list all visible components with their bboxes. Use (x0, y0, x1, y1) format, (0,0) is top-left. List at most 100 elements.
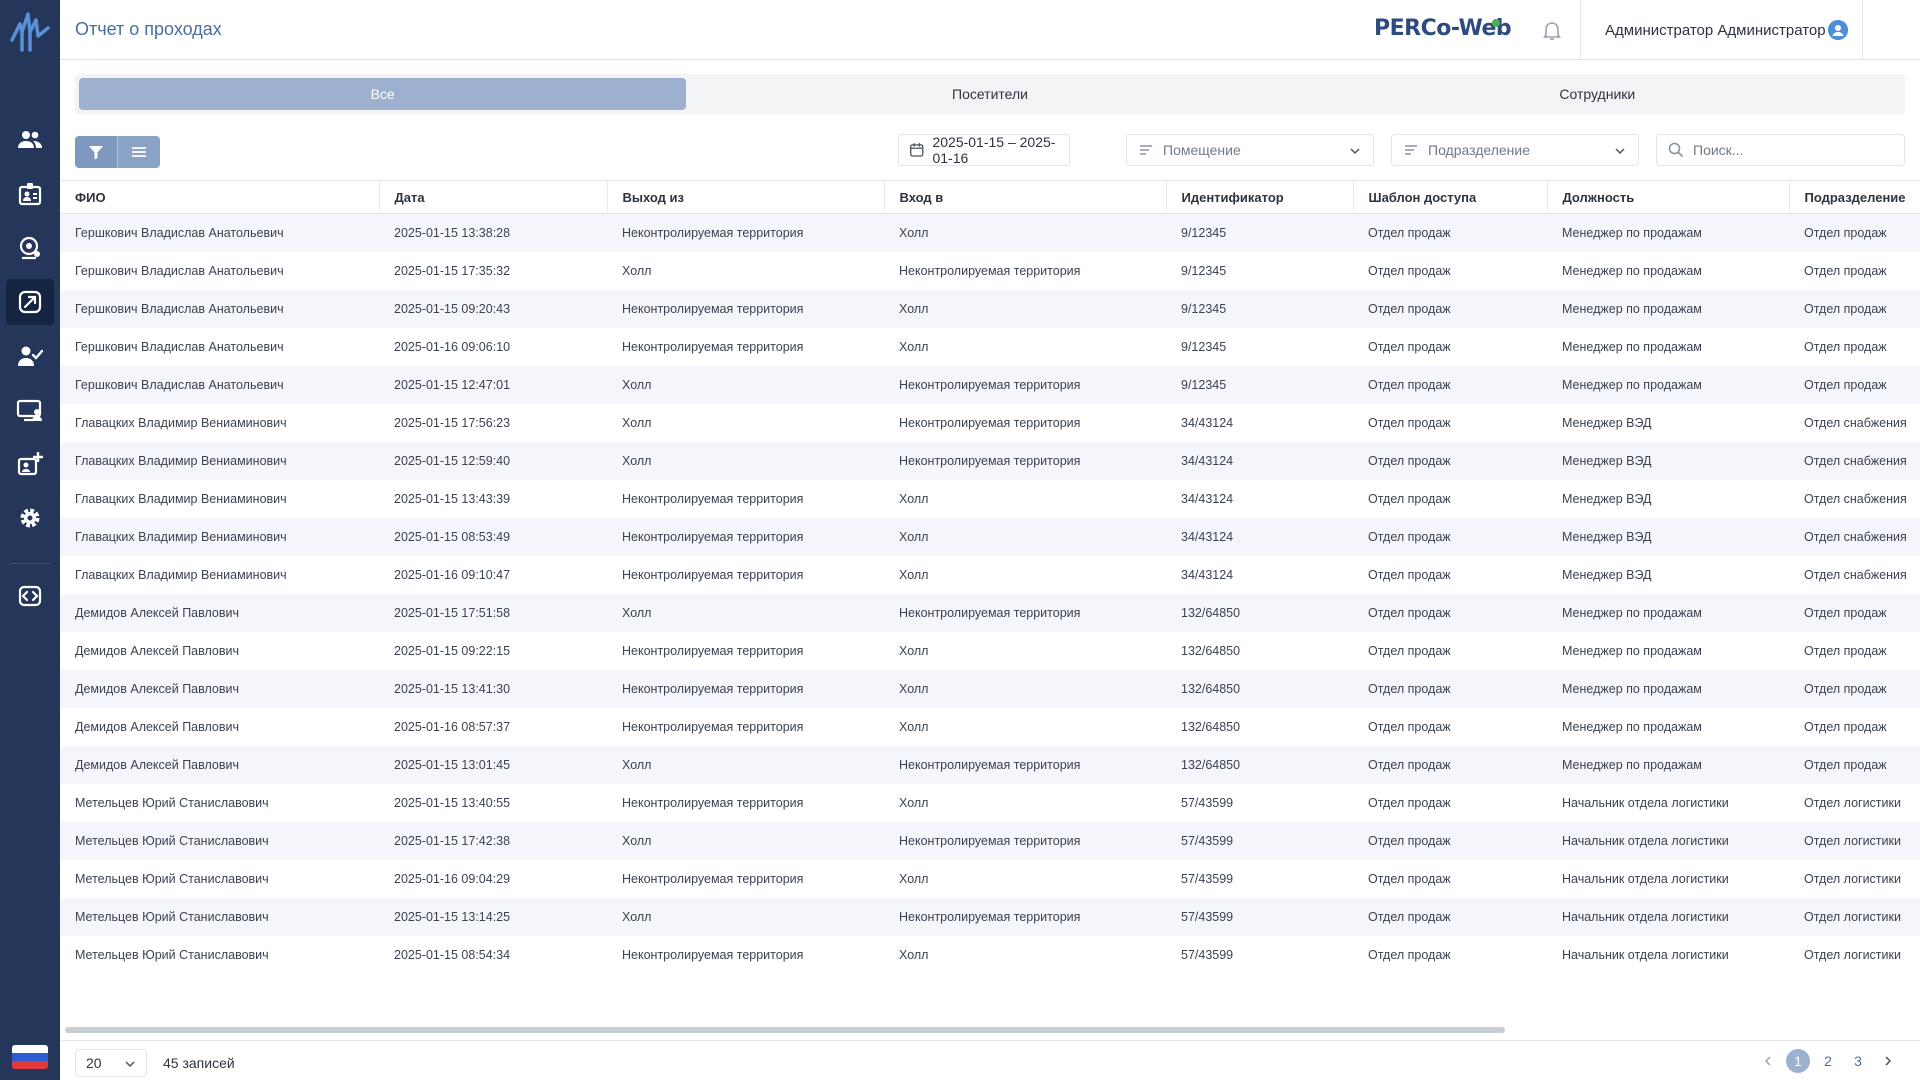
cell-division: Отдел продаж (1789, 213, 1920, 252)
page-button-1[interactable]: 1 (1786, 1049, 1810, 1073)
nav-user-check[interactable] (6, 333, 54, 379)
cell-position: Менеджер по продажам (1547, 365, 1789, 404)
cell-entry: Холл (899, 947, 929, 962)
cell-date: 2025-01-15 08:54:34 (394, 947, 511, 962)
cell-entry: Холл (884, 669, 1166, 708)
brand-logo: PERCo-Web (1374, 16, 1512, 41)
cell-division: Отдел продаж (1789, 593, 1920, 632)
table-row[interactable]: Метельцев Юрий Станиславович 2025-01-15 0… (60, 936, 1920, 974)
column-header-date[interactable]: Дата (378, 180, 607, 214)
table-row[interactable]: Гершкович Владислав Анатольевич 2025-01-1… (60, 328, 1920, 366)
table-row[interactable]: Метельцев Юрий Станиславович 2025-01-15 1… (60, 821, 1920, 860)
nav-monitoring[interactable] (6, 225, 54, 271)
cell-entry: Холл (899, 491, 929, 506)
cell-date: 2025-01-15 13:41:30 (379, 669, 607, 708)
users-icon (18, 131, 42, 148)
table-row[interactable]: Демидов Алексей Павлович 2025-01-15 13:01… (60, 745, 1920, 784)
table-row[interactable]: Демидов Алексей Павлович 2025-01-16 08:57… (60, 708, 1920, 746)
status-dot-icon (1492, 19, 1500, 27)
column-header-position[interactable]: Должность (1546, 180, 1789, 214)
page-button-3[interactable]: 3 (1846, 1049, 1870, 1073)
cell-name: Гершкович Владислав Анатольевич (60, 365, 379, 404)
column-header-division[interactable]: Подразделение (1788, 180, 1920, 214)
add-employee-icon (17, 452, 43, 476)
bell-icon[interactable] (1540, 18, 1564, 42)
table-row[interactable]: Главацких Владимир Вениаминович 2025-01-1… (60, 556, 1920, 594)
cell-position: Менеджер по продажам (1562, 719, 1702, 734)
header-divider (1862, 0, 1863, 60)
cell-access-template: Отдел продаж (1368, 339, 1451, 354)
nav-users[interactable] (6, 117, 54, 163)
table-row[interactable]: Демидов Алексей Павлович 2025-01-15 09:22… (60, 632, 1920, 670)
cell-date: 2025-01-15 17:51:58 (379, 593, 607, 632)
nav-add-employee[interactable] (6, 441, 54, 487)
nav-access-report[interactable] (6, 279, 54, 325)
column-header-exit[interactable]: Выход из (606, 180, 884, 214)
cell-position: Начальник отдела логистики (1547, 821, 1789, 860)
tab-all[interactable]: Все (79, 78, 687, 110)
cell-division: Отдел снабжения (1804, 567, 1907, 582)
table-row[interactable]: Метельцев Юрий Станиславович 2025-01-15 1… (60, 897, 1920, 936)
column-header-entry[interactable]: Вход в (883, 180, 1166, 214)
cell-name: Метельцев Юрий Станиславович (75, 871, 269, 886)
page-size-value: 20 (86, 1055, 102, 1071)
cell-division: Отдел логистики (1804, 871, 1901, 886)
page-button-2[interactable]: 2 (1816, 1049, 1840, 1073)
cell-access-template: Отдел продаж (1368, 719, 1451, 734)
tab-visitors[interactable]: Посетители (686, 78, 1293, 110)
table-row[interactable]: Главацких Владимир Вениаминович 2025-01-1… (60, 441, 1920, 480)
table-row[interactable]: Метельцев Юрий Станиславович 2025-01-15 1… (60, 784, 1920, 822)
horizontal-scrollbar[interactable] (65, 1027, 1505, 1033)
table-row[interactable]: Главацких Владимир Вениаминович 2025-01-1… (60, 517, 1920, 556)
header: Отчет о проходах PERCo-Web Администратор… (60, 0, 1920, 60)
division-select[interactable]: Подразделение (1391, 134, 1639, 166)
cell-position: Начальник отдела логистики (1562, 947, 1729, 962)
cell-exit: Неконтролируемая территория (622, 491, 804, 506)
table-row[interactable]: Метельцев Юрий Станиславович 2025-01-16 0… (60, 860, 1920, 898)
table-row[interactable]: Главацких Владимир Вениаминович 2025-01-1… (60, 404, 1920, 442)
cell-identifier: 34/43124 (1166, 517, 1353, 556)
page-size-select[interactable]: 20 (75, 1049, 147, 1077)
cell-exit: Холл (607, 745, 884, 784)
table-row[interactable]: Гершкович Владислав Анатольевич 2025-01-1… (60, 252, 1920, 290)
next-page-button[interactable] (1876, 1049, 1900, 1073)
cell-position: Менеджер ВЭД (1547, 517, 1789, 556)
avatar-icon[interactable] (1828, 20, 1848, 40)
table-row[interactable]: Главацких Владимир Вениаминович 2025-01-1… (60, 480, 1920, 518)
cell-access-template: Отдел продаж (1368, 643, 1451, 658)
cell-division: Отдел логистики (1789, 821, 1920, 860)
pagination: 1 2 3 (1756, 1049, 1900, 1073)
room-select[interactable]: Помещение (1126, 134, 1374, 166)
language-flag-icon[interactable] (12, 1045, 48, 1069)
column-header-access-template[interactable]: Шаблон доступа (1352, 180, 1547, 214)
search-input[interactable]: Поиск... (1656, 134, 1905, 166)
cell-exit: Холл (607, 365, 884, 404)
header-divider (1580, 0, 1581, 60)
perco-logo-icon (10, 12, 50, 52)
table-row[interactable]: Гершкович Владислав Анатольевич 2025-01-1… (60, 289, 1920, 328)
date-range-field[interactable]: 2025-01-15 – 2025-01-16 (898, 134, 1070, 166)
table-row[interactable]: Гершкович Владислав Анатольевич 2025-01-1… (60, 365, 1920, 404)
cell-position: Менеджер по продажам (1547, 745, 1789, 784)
cell-date: 2025-01-15 13:43:39 (394, 491, 511, 506)
cell-access-template: Отдел продаж (1353, 365, 1547, 404)
prev-page-button[interactable] (1756, 1049, 1780, 1073)
columns-button[interactable] (118, 136, 160, 168)
cell-access-template: Отдел продаж (1368, 795, 1451, 810)
nav-settings[interactable] (6, 495, 54, 541)
table-row[interactable]: Демидов Алексей Павлович 2025-01-15 13:41… (60, 669, 1920, 708)
cell-division: Отдел логистики (1789, 897, 1920, 936)
date-range-value: 2025-01-15 – 2025-01-16 (932, 134, 1056, 166)
table-row[interactable]: Гершкович Владислав Анатольевич 2025-01-1… (60, 213, 1920, 252)
nav-badges[interactable] (6, 171, 54, 217)
filter-button[interactable] (75, 136, 118, 168)
column-header-identifier[interactable]: Идентификатор (1165, 180, 1353, 214)
table-row[interactable]: Демидов Алексей Павлович 2025-01-15 17:51… (60, 593, 1920, 632)
nav-integration[interactable] (6, 573, 54, 619)
tab-employees[interactable]: Сотрудники (1294, 78, 1901, 110)
cell-exit: Холл (622, 263, 652, 278)
user-name[interactable]: Администратор Администратор (1605, 22, 1826, 39)
nav-visitors[interactable] (6, 387, 54, 433)
column-header-name[interactable]: ФИО (60, 180, 379, 214)
cell-exit: Неконтролируемая территория (622, 643, 804, 658)
